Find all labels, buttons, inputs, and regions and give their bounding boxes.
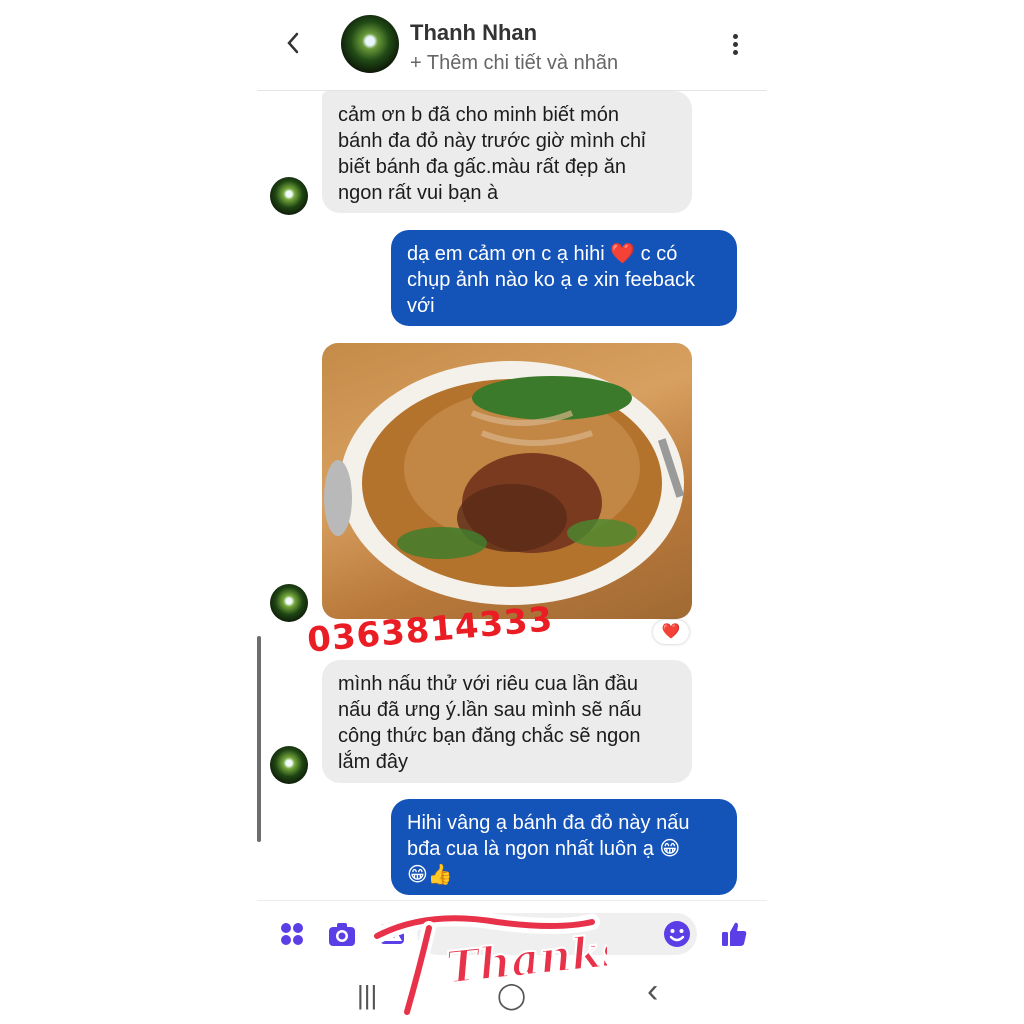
incoming-message[interactable]: cảm ơn b đã cho minh biết món bánh đa đỏ… [322, 91, 692, 213]
message-line: công thức bạn đăng chắc sẽ ngon [338, 725, 641, 747]
message-line: với [407, 295, 435, 317]
outgoing-message[interactable]: dạ em cảm ơn c ạ hihi ❤️ c có chụp ảnh n… [391, 230, 737, 326]
back-button[interactable]: ‹ [647, 972, 658, 1011]
food-photo[interactable] [322, 343, 692, 619]
message-line: cảm ơn b đã cho minh biết món [338, 104, 620, 126]
message-line: 😁👍 [407, 864, 453, 886]
emoji-icon[interactable] [662, 919, 692, 949]
message-line: chụp ảnh nào ko ạ e xin feeback [407, 269, 695, 291]
sender-avatar[interactable] [270, 177, 308, 215]
message-line: nấu đã ưng ý.lần sau mình sẽ nấu [338, 699, 642, 721]
message-line: mình nấu thử với riêu cua lần đầu [338, 673, 639, 695]
camera-icon[interactable] [327, 919, 357, 949]
message-line: biết bánh đa gấc.màu rất đẹp ăn [338, 156, 626, 178]
contact-name[interactable]: Thanh Nhan [410, 20, 537, 46]
apps-icon[interactable] [277, 919, 307, 949]
chat-screen: Thanh Nhan + Thêm chi tiết và nhãn cảm ơ… [257, 0, 767, 1024]
outgoing-message[interactable]: Hihi vâng ạ bánh đa đỏ này nấu bđa cua l… [391, 799, 737, 895]
sender-avatar[interactable] [270, 584, 308, 622]
contact-avatar[interactable] [341, 15, 399, 73]
heart-reaction[interactable]: ❤️ [653, 620, 689, 644]
like-icon[interactable] [719, 919, 749, 949]
thanks-sticker: Thanks [367, 900, 630, 1024]
more-options-icon[interactable] [733, 34, 739, 58]
message-line: bánh đa đỏ này trước giờ mình chỉ [338, 130, 646, 152]
incoming-message[interactable]: mình nấu thử với riêu cua lần đầu nấu đã… [322, 660, 692, 783]
message-line: lắm đây [338, 751, 409, 773]
add-details-link[interactable]: + Thêm chi tiết và nhãn [410, 52, 618, 75]
sender-avatar[interactable] [270, 746, 308, 784]
chat-header: Thanh Nhan + Thêm chi tiết và nhãn [257, 0, 767, 91]
message-line: bđa cua là ngon nhất luôn ạ 😁 [407, 838, 681, 860]
back-arrow-icon[interactable] [281, 28, 305, 58]
thanks-text: Thanks [444, 925, 607, 995]
message-line: dạ em cảm ơn c ạ hihi ❤️ c có [407, 243, 678, 265]
scrollbar[interactable] [257, 636, 261, 842]
message-line: ngon rất vui bạn à [338, 182, 499, 204]
message-line: Hihi vâng ạ bánh đa đỏ này nấu [407, 812, 690, 834]
